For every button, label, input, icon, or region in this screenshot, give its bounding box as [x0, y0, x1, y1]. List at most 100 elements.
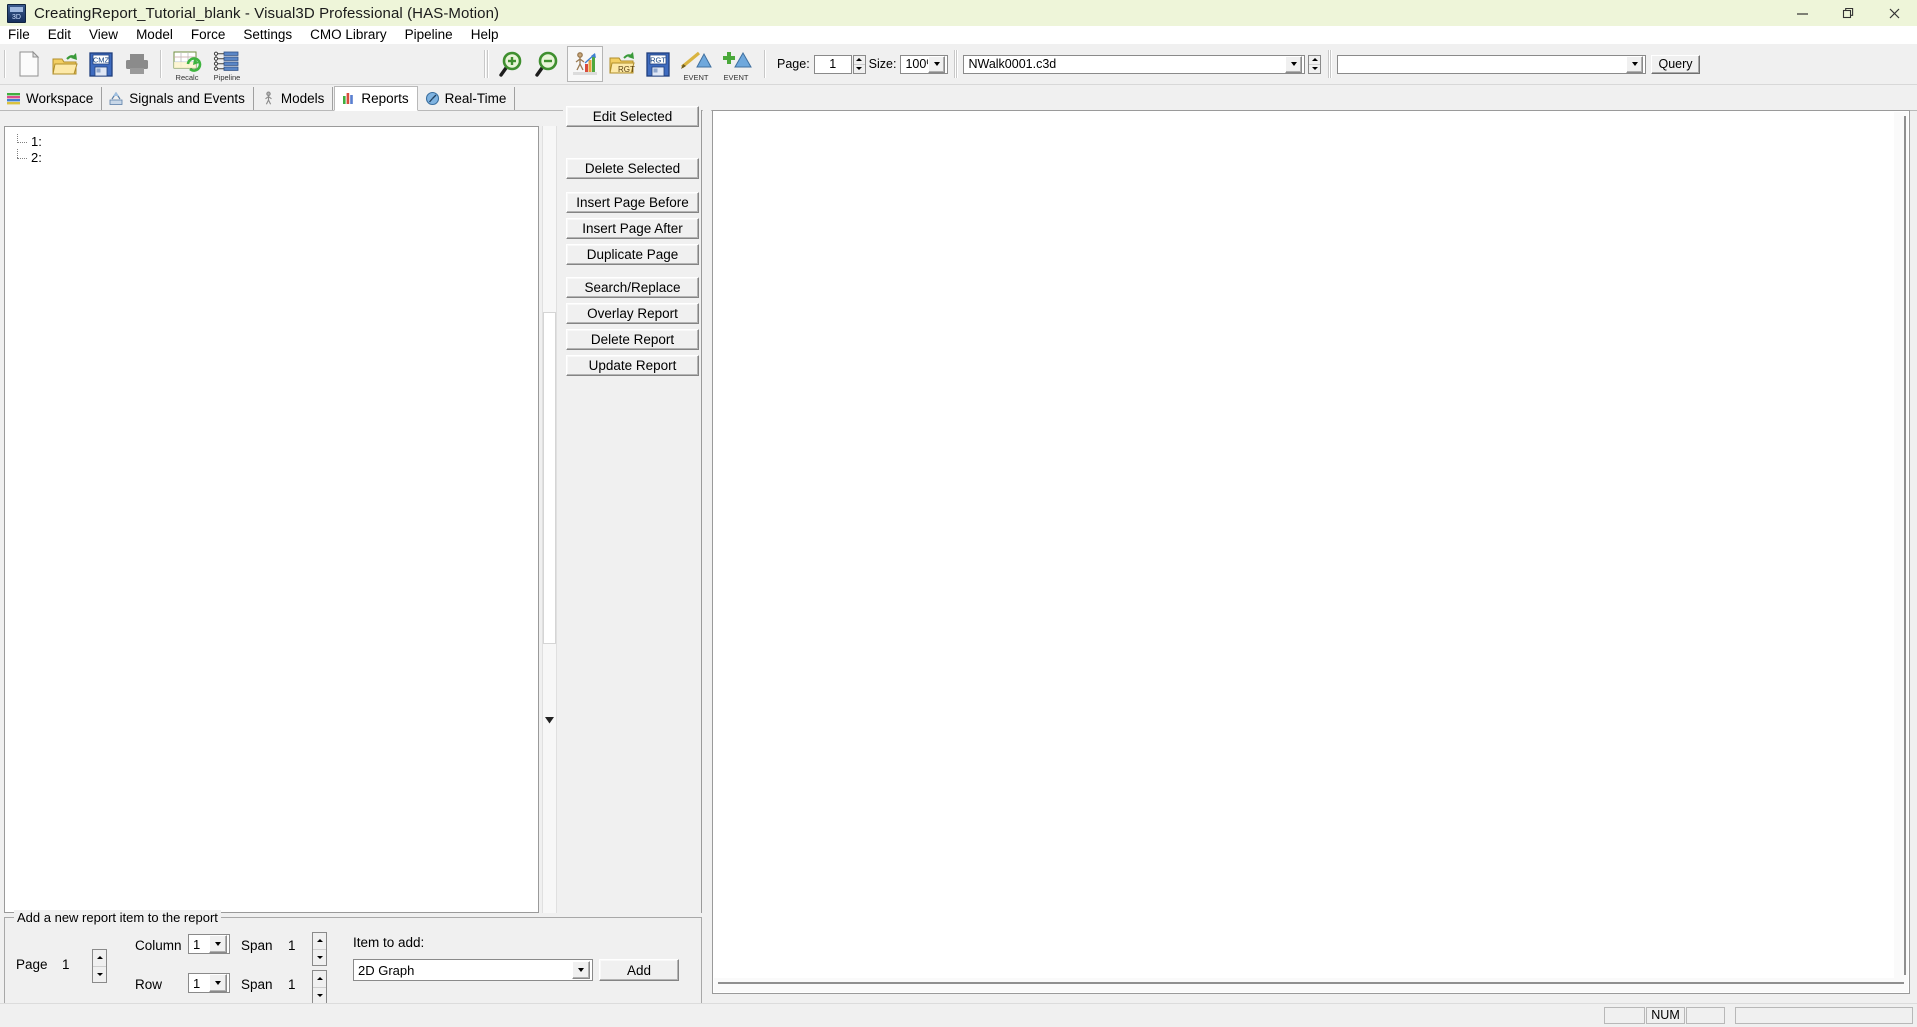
- menu-item-pipeline[interactable]: Pipeline: [396, 26, 462, 44]
- recalc-label: Recalc: [175, 73, 199, 82]
- menu-item-force[interactable]: Force: [182, 26, 235, 44]
- page-field-spin-down[interactable]: [93, 967, 106, 983]
- menu-item-model[interactable]: Model: [127, 26, 182, 44]
- pipeline-button[interactable]: Pipeline: [208, 47, 246, 82]
- column-span-spin-up[interactable]: [313, 933, 326, 950]
- add-button[interactable]: Add: [599, 959, 679, 981]
- column-span-spinner[interactable]: [312, 932, 327, 966]
- overlay-report-button[interactable]: Overlay Report: [566, 303, 699, 324]
- chevron-down-icon[interactable]: [928, 55, 946, 73]
- tab-real-time[interactable]: Real-Time: [419, 87, 516, 110]
- page-field-spinner[interactable]: [92, 949, 107, 983]
- menu-item-settings[interactable]: Settings: [234, 26, 301, 44]
- chevron-down-icon[interactable]: [1285, 55, 1303, 73]
- row-label: Row: [135, 977, 163, 992]
- tab-signals-and-events[interactable]: Signals and Events: [103, 87, 254, 110]
- recalc-button[interactable]: Recalc: [168, 47, 206, 82]
- menu-item-cmo-library[interactable]: CMO Library: [301, 26, 396, 44]
- menu-item-view[interactable]: View: [80, 26, 127, 44]
- file-spinner[interactable]: [1308, 54, 1322, 74]
- open-file-button[interactable]: [48, 47, 82, 81]
- menu-item-edit[interactable]: Edit: [39, 26, 80, 44]
- save-rgt-button[interactable]: RGT: [641, 47, 675, 81]
- open-rgt-button[interactable]: RGT: [605, 47, 639, 81]
- page-field-spin-up[interactable]: [93, 950, 106, 967]
- insert-page-after-button[interactable]: Insert Page After: [566, 218, 699, 239]
- update-report-button[interactable]: Update Report: [566, 355, 699, 376]
- close-icon[interactable]: [1871, 0, 1917, 26]
- tree-item[interactable]: 2:: [9, 149, 538, 166]
- event-add-button[interactable]: EVENT: [717, 47, 755, 82]
- page-label: Page:: [777, 57, 810, 71]
- chevron-down-icon[interactable]: [1626, 55, 1644, 73]
- size-combo[interactable]: 100%: [900, 54, 949, 74]
- delete-report-button[interactable]: Delete Report: [566, 329, 699, 350]
- realtime-icon: [425, 91, 440, 106]
- duplicate-page-button[interactable]: Duplicate Page: [566, 244, 699, 265]
- save-rgt-icon: RGT: [646, 52, 670, 77]
- tab-models-label: Models: [280, 91, 325, 106]
- event-add-label: EVENT: [723, 73, 749, 82]
- print-button[interactable]: [120, 47, 154, 81]
- pipeline-icon: [213, 51, 239, 71]
- delete-selected-button[interactable]: Delete Selected: [566, 158, 699, 179]
- event-pencil-button[interactable]: EVENT: [677, 47, 715, 82]
- page-spin-up[interactable]: [853, 56, 865, 65]
- save-cmz-button[interactable]: CMZ: [84, 47, 118, 81]
- scroll-down-arrow[interactable]: [543, 714, 556, 727]
- minimize-icon[interactable]: [1779, 0, 1825, 26]
- toolbar-divider-5: [764, 50, 766, 78]
- menu-item-help[interactable]: Help: [462, 26, 508, 44]
- zoom-out-button[interactable]: [531, 47, 565, 81]
- row-combo-value: 1: [193, 975, 201, 991]
- canvas-vscroll-track[interactable]: [1904, 116, 1906, 975]
- tab-reports[interactable]: Reports: [334, 86, 418, 111]
- file-spin-down[interactable]: [1309, 65, 1320, 73]
- tree-vertical-scrollbar[interactable]: [542, 126, 557, 913]
- chevron-down-icon[interactable]: [209, 974, 227, 992]
- row-combo[interactable]: 1: [188, 973, 230, 993]
- tab-signals-label: Signals and Events: [129, 91, 245, 106]
- c3d-file-value: NWalk0001.c3d: [968, 57, 1057, 71]
- query-button[interactable]: Query: [1651, 54, 1700, 74]
- report-canvas[interactable]: [712, 110, 1910, 994]
- tab-models[interactable]: Models: [255, 87, 334, 110]
- size-combo-value: 100%: [905, 57, 928, 71]
- tree-item[interactable]: 1:: [9, 134, 538, 150]
- scroll-thumb[interactable]: [543, 312, 556, 644]
- tree-dash: [17, 142, 27, 144]
- c3d-file-combo[interactable]: NWalk0001.c3d: [963, 54, 1306, 74]
- add-report-item-title: Add a new report item to the report: [14, 910, 221, 925]
- window-title: CreatingReport_Tutorial_blank - Visual3D…: [34, 4, 500, 22]
- column-span-spin-down[interactable]: [313, 950, 326, 966]
- chevron-down-icon[interactable]: [572, 961, 590, 979]
- canvas-hscroll-track[interactable]: [718, 982, 1904, 984]
- insert-page-before-button[interactable]: Insert Page Before: [566, 192, 699, 213]
- chevron-down-icon[interactable]: [209, 935, 227, 953]
- item-to-add-combo[interactable]: 2D Graph: [353, 959, 593, 981]
- column-combo[interactable]: 1: [188, 934, 230, 954]
- model-graph-button[interactable]: [567, 46, 603, 82]
- row-span-spin-down[interactable]: [313, 988, 326, 1004]
- page-spin-down[interactable]: [854, 65, 865, 73]
- canvas-horizontal-scrollbar[interactable]: [714, 978, 1908, 992]
- restore-icon[interactable]: [1825, 0, 1871, 26]
- report-tree-panel[interactable]: 1: 2:: [4, 126, 539, 913]
- tree-item-label: 2:: [31, 150, 42, 165]
- tab-workspace[interactable]: Workspace: [0, 87, 103, 110]
- search-replace-button[interactable]: Search/Replace: [566, 277, 699, 298]
- file-spin-up[interactable]: [1309, 56, 1321, 65]
- status-bar: NUM: [0, 1003, 1917, 1027]
- svg-text:RGT: RGT: [618, 65, 635, 74]
- page-spinner[interactable]: [852, 54, 866, 74]
- edit-selected-button[interactable]: Edit Selected: [566, 106, 699, 127]
- query-combo[interactable]: [1337, 54, 1647, 74]
- zoom-in-button[interactable]: [495, 47, 529, 81]
- canvas-vertical-scrollbar[interactable]: [1894, 112, 1908, 979]
- page-input[interactable]: 1: [813, 54, 852, 74]
- main-area-splitter[interactable]: [703, 110, 711, 994]
- row-span-spin-up[interactable]: [313, 971, 326, 988]
- new-file-button[interactable]: [12, 47, 46, 81]
- row-span-spinner[interactable]: [312, 970, 327, 1004]
- menu-item-file[interactable]: File: [0, 26, 39, 44]
